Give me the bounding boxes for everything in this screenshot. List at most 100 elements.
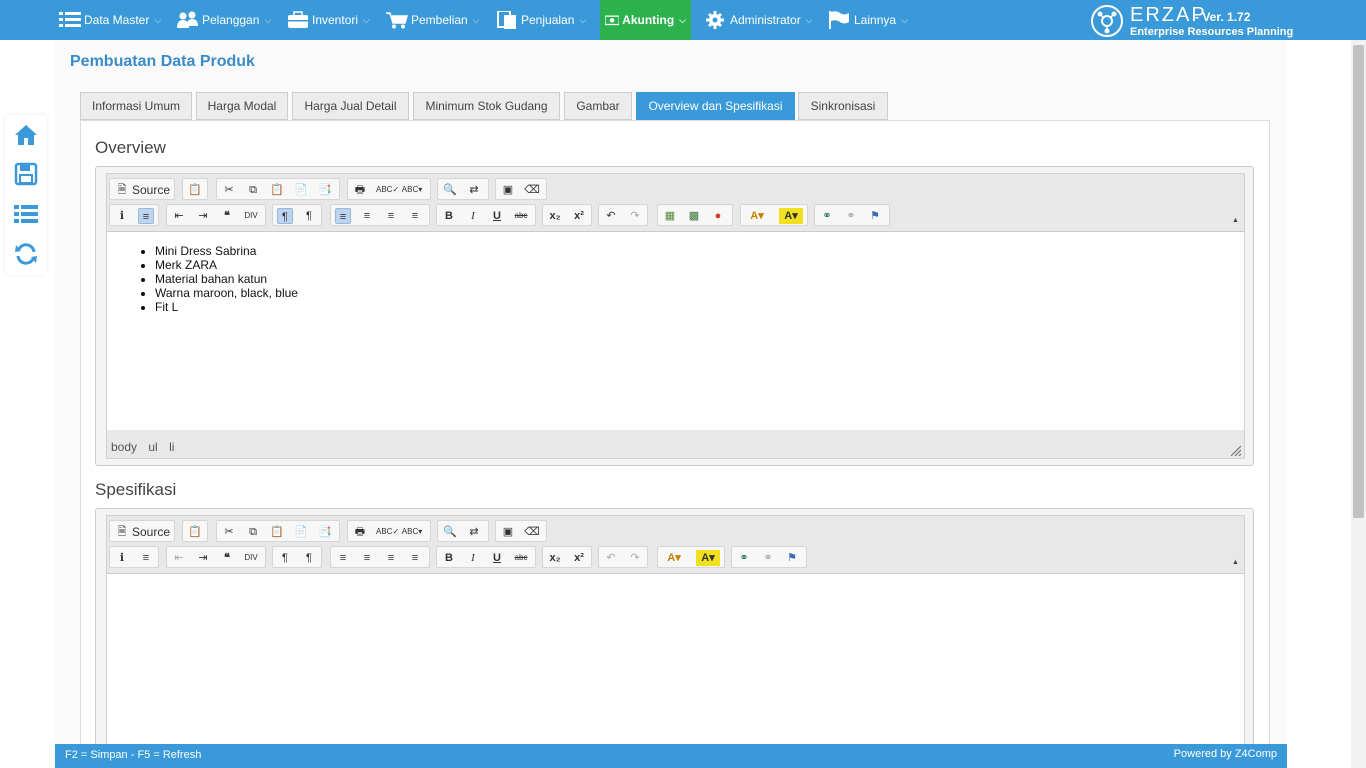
eraser-icon[interactable]: ⌫ (524, 182, 540, 198)
nav-penjualan[interactable]: Penjualan ⌵ (496, 0, 586, 40)
image-icon[interactable]: ▦ (662, 208, 678, 224)
select-all-icon[interactable]: ▣ (500, 182, 516, 198)
rtl-icon[interactable]: ¶ (301, 550, 317, 566)
blockquote-icon[interactable]: ❝ (219, 550, 235, 566)
replace-icon[interactable]: ⇄ (466, 182, 482, 198)
justify-icon[interactable]: ≡ (407, 550, 423, 566)
align-right-icon[interactable]: ≡ (383, 208, 399, 224)
nav-akunting[interactable]: Akunting ⌵ (600, 0, 691, 40)
tab-sinkronisasi[interactable]: Sinkronisasi (798, 92, 888, 120)
nav-inventori[interactable]: Inventori ⌵ (287, 0, 370, 40)
align-left-icon[interactable]: ≡ (335, 208, 351, 224)
paste-word-icon[interactable]: 📑 (317, 182, 333, 198)
bg-color-icon[interactable]: A▾ (696, 550, 720, 566)
source-icon[interactable]: 🗎 (114, 182, 130, 198)
align-center-icon[interactable]: ≡ (359, 208, 375, 224)
redo-icon[interactable]: ↷ (627, 550, 643, 566)
flash-icon[interactable]: ● (710, 208, 726, 224)
copy-icon[interactable]: ⧉ (245, 182, 261, 198)
text-color-icon[interactable]: A▾ (745, 208, 769, 224)
tab-overview-spesifikasi[interactable]: Overview dan Spesifikasi (636, 92, 795, 120)
align-right-icon[interactable]: ≡ (383, 550, 399, 566)
link-icon[interactable]: ⚭ (819, 208, 835, 224)
rtl-icon[interactable]: ¶ (301, 208, 317, 224)
numbered-list-icon[interactable]: ℹ (114, 550, 130, 566)
nav-pembelian[interactable]: Pembelian ⌵ (386, 0, 480, 40)
ltr-icon[interactable]: ¶ (277, 550, 293, 566)
subscript-icon[interactable]: x₂ (547, 550, 563, 566)
source-button[interactable]: Source (132, 183, 170, 197)
spesifikasi-edit-area[interactable] (107, 573, 1244, 768)
indent-icon[interactable]: ⇥ (195, 208, 211, 224)
anchor-flag-icon[interactable]: ⚑ (784, 550, 800, 566)
tab-informasi-umum[interactable]: Informasi Umum (80, 92, 192, 120)
underline-icon[interactable]: U (489, 550, 505, 566)
blockquote-icon[interactable]: ❝ (219, 208, 235, 224)
nav-pelanggan[interactable]: Pelanggan ⌵ (177, 0, 271, 40)
replace-icon[interactable]: ⇄ (466, 524, 482, 540)
nav-administrator[interactable]: Administrator ⌵ (705, 0, 813, 40)
select-all-icon[interactable]: ▣ (500, 524, 516, 540)
tab-harga-jual-detail[interactable]: Harga Jual Detail (292, 92, 409, 120)
print-icon[interactable]: 🖶 (352, 182, 368, 198)
bulleted-list-icon[interactable]: ≡ (138, 550, 154, 566)
ltr-icon[interactable]: ¶ (277, 208, 293, 224)
indent-icon[interactable]: ⇥ (195, 550, 211, 566)
unlink-icon[interactable]: ⚭ (843, 208, 859, 224)
outdent-icon[interactable]: ⇤ (171, 550, 187, 566)
scrollbar-thumb[interactable] (1353, 45, 1364, 518)
unlink-icon[interactable]: ⚭ (760, 550, 776, 566)
resize-handle-icon[interactable] (1231, 446, 1241, 456)
div-container-icon[interactable]: DIV (243, 550, 259, 566)
undo-icon[interactable]: ↶ (603, 208, 619, 224)
tab-harga-modal[interactable]: Harga Modal (196, 92, 288, 120)
align-center-icon[interactable]: ≡ (359, 550, 375, 566)
find-icon[interactable]: 🔍 (442, 182, 458, 198)
bulleted-list-icon[interactable]: ≡ (138, 208, 154, 224)
strikethrough-icon[interactable]: abc (513, 208, 529, 224)
justify-icon[interactable]: ≡ (407, 208, 423, 224)
underline-icon[interactable]: U (489, 208, 505, 224)
refresh-icon[interactable] (14, 242, 38, 266)
print-icon[interactable]: 🖶 (352, 524, 368, 540)
div-container-icon[interactable]: DIV (243, 208, 259, 224)
spellcheck-dropdown-icon[interactable]: ABC▾ (400, 524, 424, 540)
spellcheck-icon[interactable]: ABC✓ (376, 524, 399, 540)
undo-icon[interactable]: ↶ (603, 550, 619, 566)
path-ul[interactable]: ul (148, 440, 157, 454)
paste-icon[interactable]: 📋 (269, 524, 285, 540)
outdent-icon[interactable]: ⇤ (171, 208, 187, 224)
subscript-icon[interactable]: x₂ (547, 208, 563, 224)
templates-icon[interactable]: 📋 (187, 524, 203, 540)
nav-lainnya[interactable]: Lainnya ⌵ (829, 0, 908, 40)
italic-icon[interactable]: I (465, 208, 481, 224)
nav-data-master[interactable]: Data Master ⌵ (59, 0, 161, 40)
paste-text-icon[interactable]: 📄 (293, 182, 309, 198)
cut-icon[interactable]: ✂ (221, 182, 237, 198)
bold-icon[interactable]: B (441, 208, 457, 224)
eraser-icon[interactable]: ⌫ (524, 524, 540, 540)
copy-icon[interactable]: ⧉ (245, 524, 261, 540)
find-icon[interactable]: 🔍 (442, 524, 458, 540)
strikethrough-icon[interactable]: abc (513, 550, 529, 566)
source-icon[interactable]: 🗎 (114, 524, 130, 540)
tab-minimum-stok-gudang[interactable]: Minimum Stok Gudang (413, 92, 560, 120)
text-color-icon[interactable]: A▾ (662, 550, 686, 566)
superscript-icon[interactable]: x² (571, 550, 587, 566)
table-icon[interactable]: ▩ (686, 208, 702, 224)
collapse-toolbar-icon[interactable]: ▲ (1232, 217, 1240, 224)
path-body[interactable]: body (111, 440, 137, 454)
bg-color-icon[interactable]: A▾ (779, 208, 803, 224)
paste-word-icon[interactable]: 📑 (317, 524, 333, 540)
paste-icon[interactable]: 📋 (269, 182, 285, 198)
page-scrollbar[interactable] (1351, 40, 1366, 768)
list-icon[interactable] (14, 202, 38, 226)
overview-edit-area[interactable]: Mini Dress Sabrina Merk ZARA Material ba… (107, 231, 1244, 430)
paste-text-icon[interactable]: 📄 (293, 524, 309, 540)
link-icon[interactable]: ⚭ (736, 550, 752, 566)
superscript-icon[interactable]: x² (571, 208, 587, 224)
numbered-list-icon[interactable]: ℹ (114, 208, 130, 224)
path-li[interactable]: li (169, 440, 174, 454)
italic-icon[interactable]: I (465, 550, 481, 566)
spellcheck-icon[interactable]: ABC✓ (376, 182, 399, 198)
